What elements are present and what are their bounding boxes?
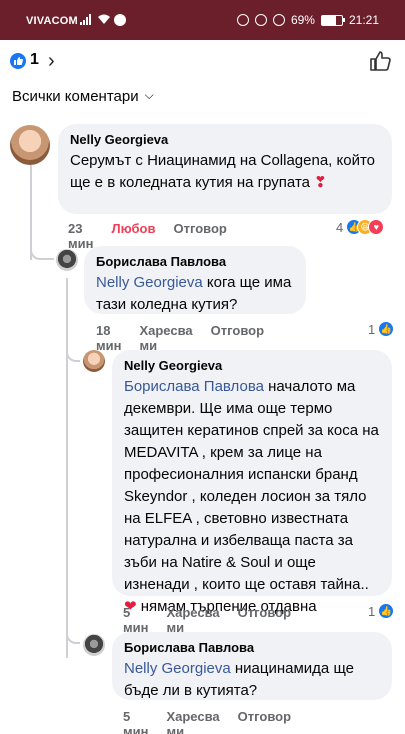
reaction-count: 1 [368, 603, 376, 619]
reactions-header: 1 › [0, 40, 405, 82]
comment-actions: 5 мин Харесва ми Отговор [123, 709, 291, 734]
reaction-summary[interactable]: 1 👍 [368, 321, 395, 337]
reaction-summary[interactable]: 1 👍 [368, 603, 395, 619]
chevron-down-icon: ⌵ [144, 88, 154, 102]
battery-icon [320, 14, 345, 26]
comment-text: Nelly Georgieva ниацинамида ще бъде ли в… [124, 660, 354, 699]
comment-filter-dropdown[interactable]: Всички коментари ⌵ [12, 88, 154, 105]
carrier-label: VIVACOM [26, 15, 78, 27]
reaction-count: 4 [336, 219, 344, 235]
like-reaction-icon: 👍 [378, 603, 395, 619]
eye-comfort-icon [236, 14, 249, 26]
like-button-icon[interactable] [369, 50, 391, 72]
thread-connector [66, 620, 80, 644]
comment-author[interactable]: Nelly Georgieva [124, 358, 380, 373]
avatar[interactable] [83, 634, 105, 656]
thread-connector [66, 340, 80, 362]
chevron-right-icon[interactable]: › [48, 50, 55, 73]
comment-bubble: Nelly Georgieva Борислава Павлова начало… [112, 350, 392, 615]
signal-icon [80, 14, 91, 25]
like-count[interactable]: 1 [30, 51, 39, 69]
like-reaction-icon [10, 53, 26, 69]
avatar[interactable] [83, 350, 105, 372]
like-reaction-icon: 👍 [378, 321, 395, 337]
like-button[interactable]: Харесва ми [166, 709, 219, 734]
like-button[interactable]: Харесва ми [166, 605, 219, 635]
comment-actions: 18 мин Харесва ми Отговор [96, 323, 264, 353]
comment-time: 23 мин [68, 221, 94, 251]
like-button[interactable]: Харесва ми [139, 323, 192, 353]
mention-link[interactable]: Nelly Georgieva [96, 274, 203, 291]
clock: 21:21 [348, 13, 379, 27]
comment-text: Nelly Georgieva кога ще има тази коледна… [96, 274, 292, 313]
alarm-icon [254, 14, 267, 26]
wifi-icon [98, 14, 110, 24]
thread-connector [30, 235, 54, 260]
comment-bubble: Борислава Павлова Nelly Georgieva кога щ… [84, 246, 306, 314]
love-reaction-icon: ♥ [368, 219, 385, 235]
comment-author[interactable]: Nelly Georgieva [70, 132, 380, 147]
comment-bubble: Nelly Georgieva Серумът с Ниацинамид на … [58, 124, 392, 214]
status-bar: VIVACOM 69% 21:21 [0, 0, 405, 40]
battery-percent: 69% [290, 13, 315, 27]
comment-actions: 5 мин Харесва ми Отговор [123, 605, 291, 635]
comment-author[interactable]: Борислава Павлова [96, 254, 294, 269]
comment-time: 18 мин [96, 323, 122, 353]
comment-time: 5 мин [123, 605, 149, 635]
avatar[interactable] [10, 125, 50, 165]
heart-emoji-icon: ❣ [314, 174, 327, 191]
comment-time: 5 мин [123, 709, 149, 734]
comment-text: Серумът с Ниацинамид на Collagena, който… [70, 152, 376, 191]
comment-text: Борислава Павлова началото ма декември. … [124, 378, 379, 615]
comment-author[interactable]: Борислава Павлова [124, 640, 380, 655]
filter-label: Всички коментари [12, 88, 139, 105]
reply-button[interactable]: Отговор [238, 709, 291, 734]
avatar[interactable] [56, 249, 78, 271]
reaction-summary[interactable]: 4 👍 😆 ♥ [336, 219, 385, 235]
thread-line [66, 278, 68, 658]
reply-button[interactable]: Отговор [238, 605, 291, 635]
mention-link[interactable]: Борислава Павлова [124, 378, 264, 395]
mute-icon [272, 14, 285, 26]
mention-link[interactable]: Nelly Georgieva [124, 660, 231, 677]
messenger-icon [114, 14, 126, 26]
reaction-count: 1 [368, 321, 376, 337]
reply-button[interactable]: Отговор [211, 323, 264, 353]
comment-bubble: Борислава Павлова Nelly Georgieva ниацин… [112, 632, 392, 700]
